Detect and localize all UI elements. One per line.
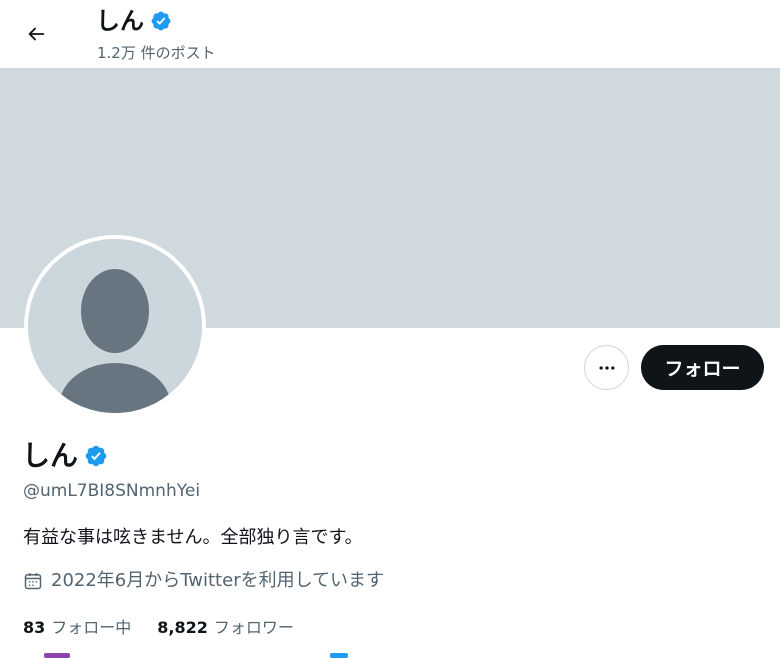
- join-date-text: 2022年6月からTwitterを利用しています: [51, 570, 385, 591]
- top-header: しん 1.2万 件のポスト: [0, 0, 780, 68]
- calendar-icon: [24, 573, 42, 590]
- follow-stats: 83 フォロー中 8,822 フォロワー: [23, 616, 294, 640]
- header-name: しん: [96, 7, 144, 35]
- followers-count: 8,822: [157, 618, 208, 637]
- following-link[interactable]: 83 フォロー中: [23, 616, 131, 640]
- header-title: しん: [96, 6, 172, 36]
- user-handle: @umL7BI8SNmnhYei: [23, 481, 201, 501]
- follow-button[interactable]: フォロー: [641, 345, 764, 390]
- verified-badge-icon: [151, 11, 171, 31]
- following-label: フォロー中: [51, 618, 132, 637]
- more-button[interactable]: [584, 345, 629, 390]
- post-count: 1.2万 件のポスト: [97, 44, 216, 62]
- profile-bio: 有益な事は呟きません。全部独り言です。: [23, 527, 363, 548]
- arrow-left-icon: [28, 27, 45, 41]
- back-button[interactable]: [16, 14, 56, 54]
- following-count: 83: [23, 618, 46, 637]
- default-avatar: [28, 239, 202, 413]
- profile-name: しん: [22, 438, 108, 474]
- default-avatar-icon: [28, 239, 202, 413]
- display-name: しん: [22, 439, 79, 472]
- followers-link[interactable]: 8,822 フォロワー: [157, 616, 294, 640]
- followed-by-avatar: [330, 653, 348, 658]
- followers-label: フォロワー: [213, 618, 294, 637]
- avatar[interactable]: [24, 235, 206, 417]
- followed-by-avatar: [44, 653, 70, 658]
- more-icon: [599, 365, 614, 370]
- verified-badge-icon[interactable]: [84, 444, 108, 468]
- join-date: 2022年6月からTwitterを利用しています: [23, 568, 384, 594]
